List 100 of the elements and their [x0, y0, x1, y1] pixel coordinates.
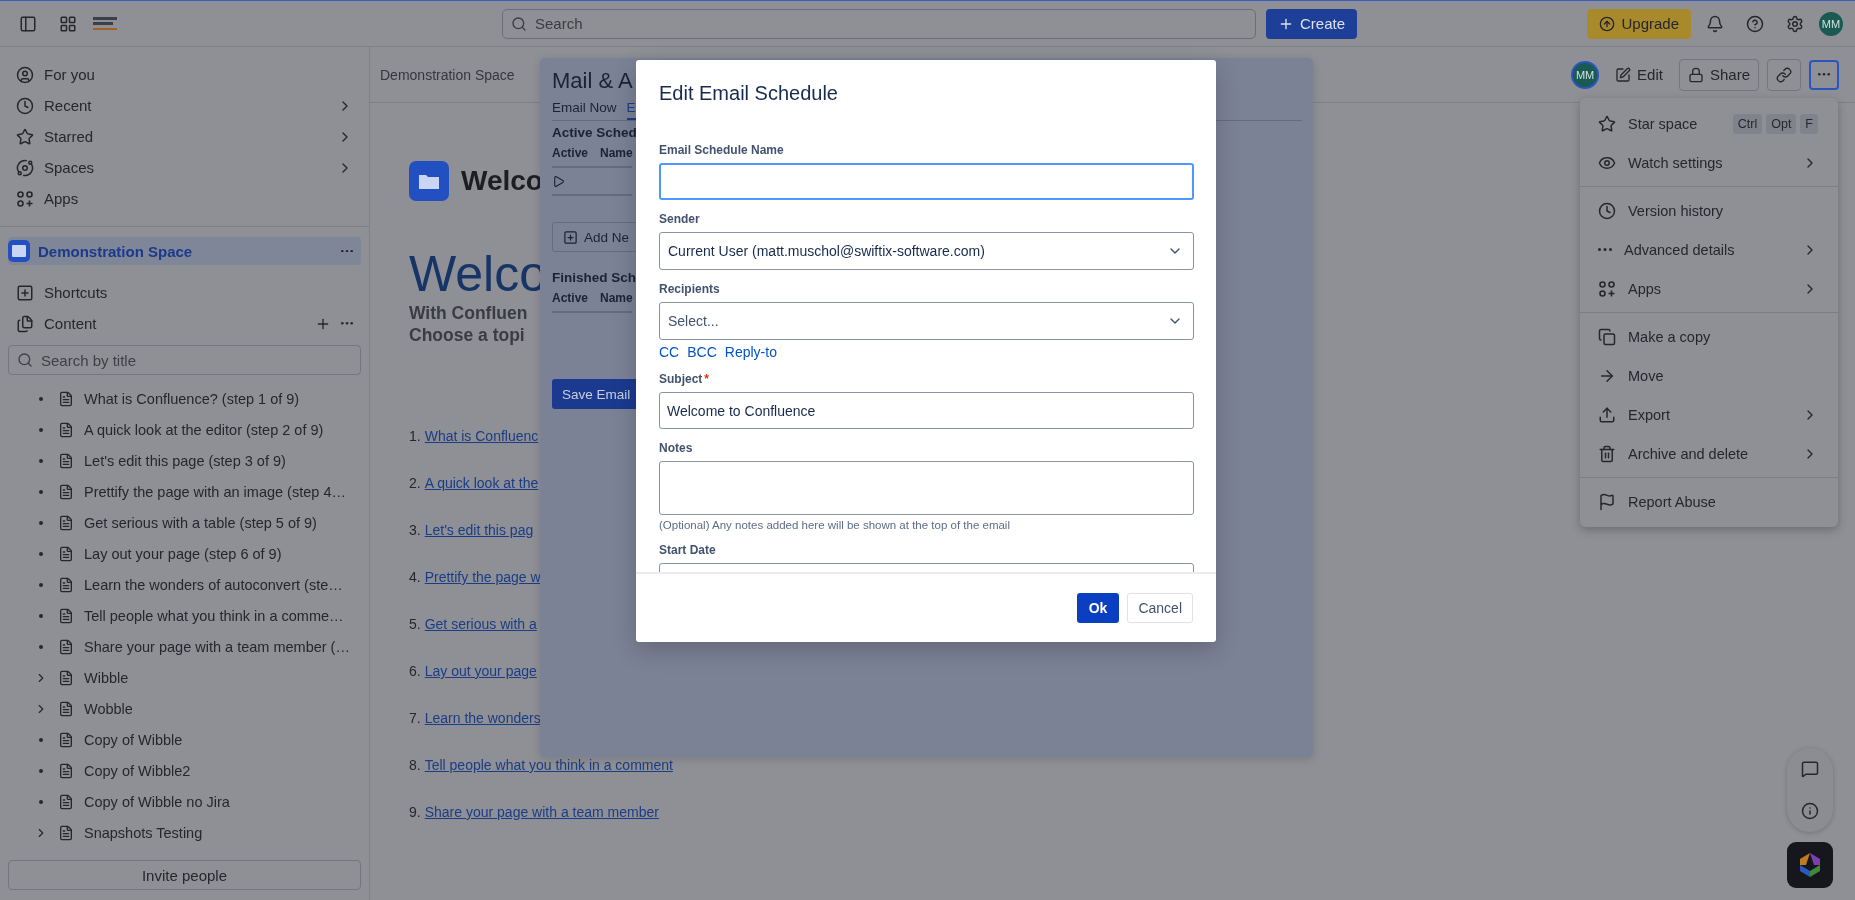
copy-link-button[interactable] — [1767, 58, 1801, 91]
page-tree-item[interactable]: Tell people what you think in a comme… — [8, 600, 361, 631]
page-link[interactable]: A quick look at the — [424, 473, 539, 494]
flag-icon — [1598, 492, 1616, 511]
apps-icon — [1598, 279, 1616, 298]
share-button[interactable]: Share — [1678, 58, 1759, 91]
upgrade-button[interactable]: Upgrade — [1587, 8, 1691, 39]
page-icon — [58, 669, 74, 686]
create-button[interactable]: Create — [1266, 8, 1358, 39]
menu-item[interactable]: Version history — [1580, 191, 1838, 230]
page-tree-item[interactable]: Copy of Wibble — [8, 724, 361, 755]
page-tree-item[interactable]: What is Confluence? (step 1 of 9) — [8, 383, 361, 414]
page-tree-item[interactable]: Learn the wonders of autoconvert (ste… — [8, 569, 361, 600]
list-number: 7. — [409, 709, 421, 728]
page-tree-item[interactable]: Lay out your page (step 6 of 9) — [8, 538, 361, 569]
bullet-icon — [39, 799, 43, 804]
page-link[interactable]: Get serious with a — [424, 614, 537, 635]
page-link[interactable]: Learn the wonders — [424, 708, 541, 729]
input-field[interactable] — [659, 163, 1194, 200]
edit-button[interactable]: Edit — [1607, 58, 1671, 91]
page-link[interactable]: Tell people what you think in a comment — [424, 755, 673, 776]
search-field[interactable]: Search by title — [8, 345, 361, 375]
column-header: Name — [600, 291, 633, 305]
assistant-button[interactable] — [1787, 842, 1833, 888]
list-number: 3. — [409, 521, 421, 540]
recipient-link[interactable]: Reply-to — [724, 344, 777, 360]
page-tree-item[interactable]: A quick look at the editor (step 2 of 9) — [8, 414, 361, 445]
user-avatar[interactable]: MM — [1571, 60, 1600, 89]
dialog-title: Edit Email Schedule — [658, 81, 839, 106]
page-icon — [58, 731, 74, 748]
panel-title: Mail & A — [552, 68, 633, 94]
select-field[interactable]: Current User (matt.muschol@swiftix-software.com) — [659, 232, 1194, 270]
apps-icon — [16, 189, 34, 208]
page-tree-item[interactable]: Get serious with a table (step 5 of 9) — [8, 507, 361, 538]
menu-item[interactable]: Export — [1580, 395, 1838, 434]
more-icon — [341, 322, 353, 325]
recipient-link[interactable]: BCC — [687, 344, 717, 360]
notes-field[interactable] — [659, 461, 1194, 515]
cancel-button[interactable]: Cancel — [1127, 593, 1193, 623]
page-link[interactable]: Prettify the page w — [424, 567, 541, 588]
recipient-link[interactable]: CC — [659, 344, 680, 360]
shortcut-key: F — [1800, 113, 1818, 134]
menu-item[interactable]: Report Abuse — [1580, 482, 1838, 521]
page-tree-item[interactable]: Wobble — [8, 693, 361, 724]
page-tree-item[interactable]: Copy of Wibble no Jira — [8, 786, 361, 817]
page-icon — [58, 824, 74, 841]
nav-item[interactable]: Recent — [8, 90, 361, 121]
page-tree-item[interactable]: Share your page with a team member (… — [8, 631, 361, 662]
bullet-icon — [39, 520, 43, 525]
column-header: Active — [552, 291, 589, 305]
page-link[interactable]: Lay out your page — [424, 661, 537, 682]
section-item[interactable]: Shortcuts — [8, 277, 361, 308]
breadcrumb[interactable]: Demonstration Space — [380, 66, 515, 83]
page-link[interactable]: Share your page with a team member — [424, 802, 659, 823]
menu-item[interactable]: Star space Ctrl Opt F — [1580, 104, 1838, 143]
list-number: 1. — [409, 427, 421, 446]
field-label: Notes — [659, 441, 693, 455]
ok-button[interactable]: Ok — [1076, 593, 1120, 623]
user-avatar[interactable]: MM — [1819, 11, 1843, 36]
bullet-icon — [39, 582, 43, 587]
menu-item[interactable]: Apps — [1580, 269, 1838, 308]
menu-item[interactable]: Advanced details — [1580, 230, 1838, 269]
column-header: Active — [552, 146, 589, 160]
search-field[interactable]: Search — [502, 8, 1256, 39]
section-title: Finished Sch — [552, 270, 636, 285]
menu-item[interactable]: Make a copy — [1580, 317, 1838, 356]
page-tree-item[interactable]: Prettify the page with an image (step 4… — [8, 476, 361, 507]
menu-item[interactable]: Archive and delete — [1580, 434, 1838, 473]
more-icon — [1818, 73, 1830, 76]
page-link[interactable]: Let's edit this pag — [424, 520, 534, 541]
section-item[interactable]: Content — [8, 308, 361, 339]
panel-tab[interactable]: Email Now — [552, 100, 617, 120]
hexagon-logo-icon — [1798, 852, 1822, 878]
page-icon — [58, 390, 74, 407]
page-icon — [58, 576, 74, 593]
nav-item[interactable]: Starred — [8, 121, 361, 152]
space-item[interactable]: Demonstration Space — [8, 237, 361, 265]
page-link[interactable]: What is Confluenc — [424, 426, 539, 447]
nav-item[interactable]: Apps — [8, 183, 361, 214]
select-field[interactable]: Select... — [659, 302, 1194, 340]
input-field[interactable]: Welcome to Confluence — [659, 392, 1194, 429]
bullet-icon — [39, 768, 43, 773]
page-icon — [58, 700, 74, 717]
pencil-icon — [1615, 66, 1632, 83]
page-icon — [58, 452, 74, 469]
page-tree-item[interactable]: Snapshots Testing — [8, 817, 361, 848]
list-number: 2. — [409, 474, 421, 493]
menu-item[interactable]: Watch settings — [1580, 143, 1838, 182]
invite-people-button[interactable]: Invite people — [8, 860, 361, 890]
page-tree-item[interactable]: Wibble — [8, 662, 361, 693]
nav-item[interactable]: Spaces — [8, 152, 361, 183]
link-icon — [1776, 66, 1792, 83]
column-header: Name — [600, 146, 633, 160]
page-tree-item[interactable]: Copy of Wibble2 — [8, 755, 361, 786]
menu-item[interactable]: Move — [1580, 356, 1838, 395]
clock-icon — [1598, 201, 1616, 220]
bullet-icon — [39, 427, 43, 432]
nav-item[interactable]: For you — [8, 59, 361, 90]
space-logo-icon — [409, 161, 449, 201]
page-tree-item[interactable]: Let's edit this page (step 3 of 9) — [8, 445, 361, 476]
